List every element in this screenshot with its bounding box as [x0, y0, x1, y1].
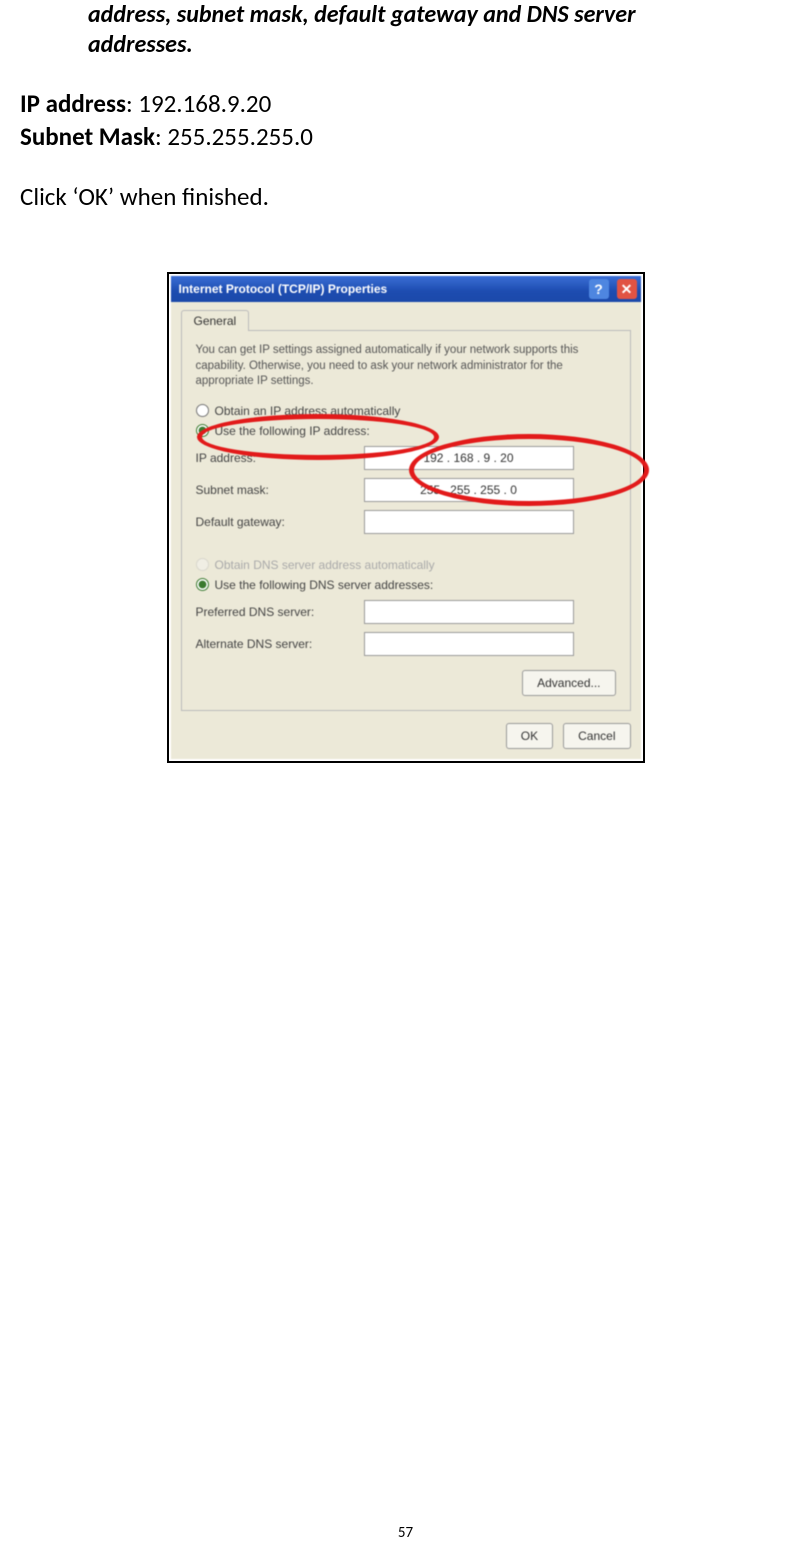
radio-obtain-ip-auto-input[interactable]: [196, 404, 209, 417]
radio-use-following-dns[interactable]: Use the following DNS server addresses:: [196, 578, 616, 592]
cancel-button[interactable]: Cancel: [563, 723, 630, 749]
input-default-gateway[interactable]: . . .: [364, 510, 574, 534]
help-icon[interactable]: ?: [589, 279, 609, 299]
label-default-gateway: Default gateway:: [196, 515, 356, 529]
label-subnet-mask: Subnet mask:: [196, 483, 356, 497]
ip-address-line: IP address: 192.168.9.20: [20, 88, 791, 121]
page-number: 57: [0, 1524, 811, 1542]
ip-address-label: IP address: [20, 88, 126, 119]
dialog-description: You can get IP settings assigned automat…: [196, 343, 616, 390]
label-ip-address: IP address:: [196, 451, 356, 465]
radio-obtain-ip-auto-label: Obtain an IP address automatically: [215, 404, 401, 418]
click-ok-instruction: Click ‘OK’ when finished.: [20, 181, 791, 212]
dialog-figure: Internet Protocol (TCP/IP) Properties ? …: [167, 272, 645, 763]
close-icon[interactable]: ✕: [617, 279, 637, 299]
dialog-title: Internet Protocol (TCP/IP) Properties: [179, 282, 581, 296]
radio-use-following-ip-label: Use the following IP address:: [215, 424, 370, 438]
input-subnet-mask[interactable]: 255 . 255 . 255 . 0: [364, 478, 574, 502]
tabstrip: General: [181, 310, 631, 331]
radio-obtain-dns-auto-label: Obtain DNS server address automatically: [215, 558, 435, 572]
subnet-mask-line: Subnet Mask: 255.255.255.0: [20, 121, 791, 154]
radio-obtain-ip-auto[interactable]: Obtain an IP address automatically: [196, 404, 616, 418]
label-preferred-dns: Preferred DNS server:: [196, 605, 356, 619]
input-ip-address[interactable]: 192 . 168 . 9 . 20: [364, 446, 574, 470]
subnet-mask-label: Subnet Mask: [20, 121, 155, 152]
tab-general[interactable]: General: [181, 310, 250, 331]
radio-use-following-dns-input[interactable]: [196, 578, 209, 591]
tab-panel-general: You can get IP settings assigned automat…: [181, 330, 631, 711]
ok-button[interactable]: OK: [506, 723, 553, 749]
input-preferred-dns[interactable]: [364, 600, 574, 624]
intro-italic-line: address, subnet mask, default gateway an…: [88, 0, 738, 60]
tcpip-properties-dialog: Internet Protocol (TCP/IP) Properties ? …: [171, 276, 641, 759]
label-alternate-dns: Alternate DNS server:: [196, 637, 356, 651]
input-alternate-dns[interactable]: [364, 632, 574, 656]
radio-obtain-dns-auto-input: [196, 558, 209, 571]
advanced-button[interactable]: Advanced...: [522, 670, 615, 696]
radio-use-following-dns-label: Use the following DNS server addresses:: [215, 578, 434, 592]
radio-use-following-ip[interactable]: Use the following IP address:: [196, 424, 616, 438]
ip-address-value: 192.168.9.20: [138, 88, 271, 119]
radio-use-following-ip-input[interactable]: [196, 424, 209, 437]
subnet-mask-value: 255.255.255.0: [167, 121, 313, 152]
dialog-titlebar: Internet Protocol (TCP/IP) Properties ? …: [171, 276, 641, 302]
radio-obtain-dns-auto: Obtain DNS server address automatically: [196, 558, 616, 572]
